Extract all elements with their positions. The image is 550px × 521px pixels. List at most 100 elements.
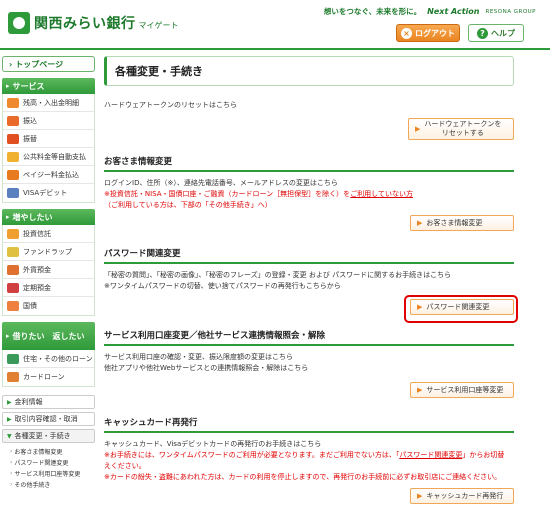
sidebar-item-card-loan[interactable]: カードローン xyxy=(3,368,94,386)
chevron-right-icon: ▶ xyxy=(415,124,421,133)
customer-info-button[interactable]: ▶ お客さま情報変更 xyxy=(410,215,514,231)
password-change-link[interactable]: パスワード関連変更 xyxy=(399,451,462,459)
password-line2: ※ワンタイムパスワードの切替、使い捨てパスワードの再発行もこちらから xyxy=(104,282,341,290)
chevron-right-icon: ▶ xyxy=(417,492,423,500)
sidebar-item-interest-rate[interactable]: ▶ 金利情報 xyxy=(2,395,95,409)
sidebar-item-label: 住宅・その他のローン xyxy=(23,354,93,363)
service-section-title: サービス利用口座変更／他社サービス連携情報照会・解除 xyxy=(104,329,514,346)
slogan: 想いをつなぐ、未来を形に。 Next Action RESONA GROUP xyxy=(324,6,536,17)
cash-card-line2-post: 」からお切替 xyxy=(462,451,505,459)
password-change-button[interactable]: ▶ パスワード関連変更 xyxy=(410,299,514,315)
sidebar-section-loan-items: 住宅・その他のローン カードローン xyxy=(2,350,95,387)
bullet-icon: › xyxy=(10,448,13,455)
sidebar-item-utility[interactable]: 公共料金等自動支払 xyxy=(3,148,94,166)
customer-not-using-link[interactable]: ご利用していない方 xyxy=(350,190,413,198)
sidebar-section-loan: ▸ 借りたい 返したい xyxy=(2,322,95,350)
chevron-down-icon: ▼ xyxy=(7,432,12,440)
password-line1: 「秘密の質問」、「秘密の画像」、「秘密のフレーズ」の登録・変更 および パスワー… xyxy=(104,271,452,279)
sidebar-text-menu: ▶ 金利情報 ▶ 取引内容確認・取消 ▼ 各種変更・手続き › お客さま情報変更 › パス… xyxy=(2,395,95,490)
customer-info-button-label: お客さま情報変更 xyxy=(426,219,483,227)
chart-icon xyxy=(7,228,19,239)
sidebar-item-label: 金利情報 xyxy=(14,398,43,406)
service-line2: 他社アプリや他社Webサービスとの連携情報照会・解除はこちら xyxy=(104,364,309,372)
bank-name: 関西みらい銀行 xyxy=(34,16,136,32)
cash-card-section-title: キャッシュカード再発行 xyxy=(104,416,514,433)
sidebar-item-visa-debit[interactable]: VISAデビット xyxy=(3,184,94,202)
sidebar-item-label: 振込 xyxy=(23,116,37,125)
sidebar-item-balance[interactable]: 残高・入出金明細 xyxy=(3,94,94,112)
chevron-right-icon: ▸ xyxy=(6,332,10,340)
sidebar-item-account-transfer[interactable]: 振替 xyxy=(3,130,94,148)
section-title: 増やしたい xyxy=(12,212,53,222)
sidebar-item-bond[interactable]: 国債 xyxy=(3,297,94,315)
cash-card-reissue-button[interactable]: ▶ キャッシュカード再発行 xyxy=(410,488,514,504)
sub-link-other[interactable]: › その他手続き xyxy=(10,479,95,490)
chevron-right-icon: ▶ xyxy=(7,398,12,406)
sidebar-item-fund[interactable]: 投資信託 xyxy=(3,225,94,243)
password-section-title: パスワード関連変更 xyxy=(104,247,514,264)
card-icon xyxy=(7,372,19,382)
utility-icon xyxy=(7,151,19,162)
chevron-right-icon: ▸ xyxy=(6,213,10,221)
sidebar-item-settings[interactable]: ▼ 各種変更・手続き xyxy=(2,429,95,443)
chevron-right-icon: ▶ xyxy=(417,303,423,311)
customer-note: ※投資信託・NISA・国債口座・ご融資（カードローン［無担保型］を除く）をご利用… xyxy=(104,189,514,200)
password-section: パスワード関連変更 「秘密の質問」、「秘密の画像」、「秘密のフレーズ」の登録・変… xyxy=(104,247,514,292)
brand-mark: Next Action xyxy=(427,7,480,16)
service-name: マイゲート xyxy=(138,20,179,30)
sidebar-item-label: 取引内容確認・取消 xyxy=(14,415,78,423)
sidebar-item-transaction-check[interactable]: ▶ 取引内容確認・取消 xyxy=(2,412,95,426)
chevron-right-icon: › xyxy=(9,59,13,69)
settings-sub-links: › お客さま情報変更 › パスワード関連変更 › サービス利用口座等変更 › その他手続… xyxy=(2,446,95,490)
sub-link-service-account[interactable]: › サービス利用口座等変更 xyxy=(10,468,95,479)
chevron-right-icon: ▶ xyxy=(417,219,423,227)
sidebar-item-label: 定期預金 xyxy=(23,283,51,292)
sidebar: › トップページ ▸ サービス 残高・入出金明細 振込 振替 公共料金等自動支払… xyxy=(2,56,95,521)
sidebar-item-home-loan[interactable]: 住宅・その他のローン xyxy=(3,350,94,368)
sidebar-item-time-deposit[interactable]: 定期預金 xyxy=(3,279,94,297)
sidebar-item-label: 振替 xyxy=(23,134,37,143)
sidebar-item-label: 外貨預金 xyxy=(23,265,51,274)
bullet-icon: › xyxy=(10,481,13,488)
sidebar-item-label: カードローン xyxy=(23,373,65,381)
service-section: サービス利用口座変更／他社サービス連携情報照会・解除 サービス利用口座の確認・変… xyxy=(104,329,514,374)
customer-line3: （ご利用している方は、下部の「その他手続き」へ） xyxy=(104,201,272,209)
sub-link-password[interactable]: › パスワード関連変更 xyxy=(10,457,95,468)
sidebar-item-foreign-deposit[interactable]: 外貨預金 xyxy=(3,261,94,279)
top-page-button[interactable]: › トップページ xyxy=(2,56,95,72)
sidebar-section-invest-items: 投資信託 ファンドラップ 外貨預金 定期預金 国債 xyxy=(2,225,95,316)
customer-line1: ログインID、住所（※）、連絡先電話番号、メールアドレスの変更はこちら xyxy=(104,179,338,187)
hw-token-text: ハードウェアトークンのリセットはこちら xyxy=(104,101,237,109)
slogan-text: 想いをつなぐ、未来を形に。 xyxy=(323,7,422,16)
cash-card-line4: ※カードの紛失・盗難にあわれた方は、カードの利用を停止しますので、再発行のお手続… xyxy=(104,473,502,481)
top-page-label: トップページ xyxy=(15,59,64,69)
sidebar-item-fundwrap[interactable]: ファンドラップ xyxy=(3,243,94,261)
help-button[interactable]: ? ヘルプ xyxy=(468,24,524,42)
bullet-icon: › xyxy=(10,459,13,466)
header: 関西みらい銀行 マイゲート 想いをつなぐ、未来を形に。 Next Action … xyxy=(0,0,550,52)
sidebar-item-label: ファンドラップ xyxy=(23,247,72,256)
bank-logo-icon xyxy=(8,12,30,34)
customer-section: お客さま情報変更 ログインID、住所（※）、連絡先電話番号、メールアドレスの変更… xyxy=(104,155,514,211)
hw-token-reset-button[interactable]: ▶ ハードウェアトークンを リセットする xyxy=(408,118,514,140)
sidebar-item-label: 各種変更・手続き xyxy=(14,432,71,440)
service-line1: サービス利用口座の確認・変更、振込限度額の変更はこちら xyxy=(104,353,293,361)
chevron-right-icon: ▶ xyxy=(417,386,423,394)
service-account-button[interactable]: ▶ サービス利用口座等変更 xyxy=(410,382,514,398)
chevron-right-icon: ▶ xyxy=(7,415,12,423)
sub-link-label: サービス利用口座等変更 xyxy=(14,471,81,478)
fundwrap-icon xyxy=(7,246,19,257)
sidebar-section-service-items: 残高・入出金明細 振込 振替 公共料金等自動支払 ペイジー料金払込 VISAデビ… xyxy=(2,94,95,203)
cash-card-section: キャッシュカード再発行 キャッシュカード、Visaデビットカードの再発行のお手続… xyxy=(104,416,514,483)
sidebar-item-label: 残高・入出金明細 xyxy=(23,98,79,107)
sidebar-item-label: VISAデビット xyxy=(23,189,68,197)
sub-link-customer-info[interactable]: › お客さま情報変更 xyxy=(10,446,95,457)
sidebar-item-transfer[interactable]: 振込 xyxy=(3,112,94,130)
card-icon xyxy=(7,188,19,198)
logout-button[interactable]: × ログアウト xyxy=(396,24,460,42)
sub-link-label: その他手続き xyxy=(14,482,51,489)
sidebar-item-payeasy[interactable]: ペイジー料金払込 xyxy=(3,166,94,184)
sidebar-item-label: 国債 xyxy=(23,302,37,310)
bank-logo[interactable]: 関西みらい銀行 マイゲート xyxy=(8,12,179,34)
main-content: 各種変更・手続き ハードウェアトークンのリセットはこちら ▶ ハードウェアトーク… xyxy=(104,56,518,521)
